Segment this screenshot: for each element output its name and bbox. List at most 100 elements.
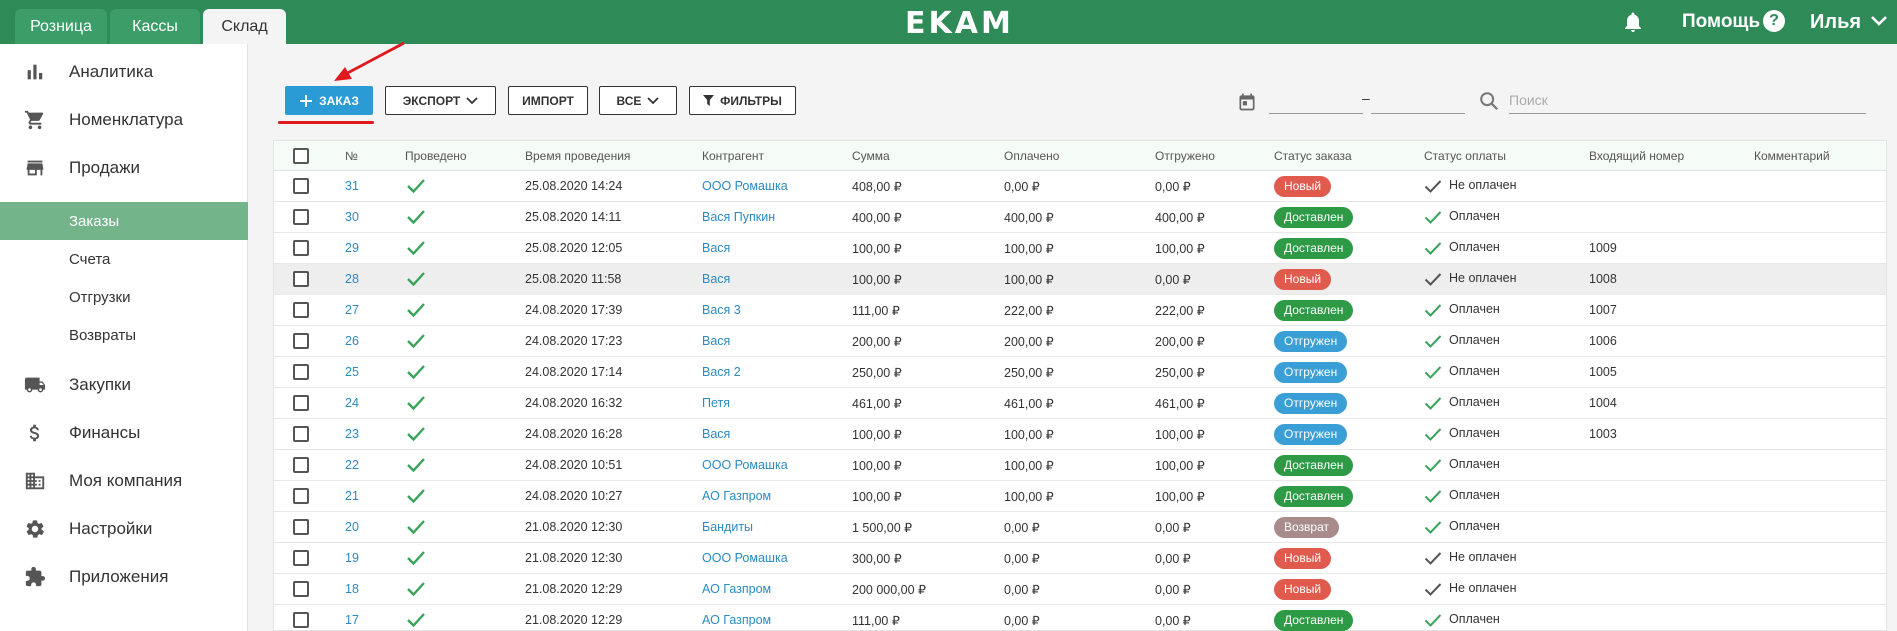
filters-button[interactable]: ФИЛЬТРЫ xyxy=(689,86,796,115)
counterparty-link[interactable]: ООО Ромашка xyxy=(702,458,788,472)
chevron-down-icon[interactable] xyxy=(1870,14,1888,28)
column-header-payment-status[interactable]: Статус оплаты xyxy=(1424,149,1506,163)
select-all-checkbox[interactable] xyxy=(293,148,309,164)
calendar-icon[interactable] xyxy=(1237,92,1257,112)
table-row[interactable]: 30 25.08.2020 14:11 Вася Пупкин 400,00 ₽ 400… xyxy=(274,202,1886,233)
counterparty-link[interactable]: Вася xyxy=(702,241,730,255)
counterparty-link[interactable]: Вася Пупкин xyxy=(702,210,775,224)
row-checkbox[interactable] xyxy=(293,240,309,256)
bell-icon[interactable] xyxy=(1621,10,1645,34)
order-number-link[interactable]: 30 xyxy=(345,210,359,224)
row-checkbox[interactable] xyxy=(293,426,309,442)
column-header-number[interactable]: № xyxy=(345,149,358,163)
order-number-link[interactable]: 28 xyxy=(345,272,359,286)
counterparty-link[interactable]: ООО Ромашка xyxy=(702,551,788,565)
order-number-link[interactable]: 26 xyxy=(345,334,359,348)
sidebar-subitem-shipments[interactable]: Отгрузки xyxy=(0,278,248,316)
sidebar-item-analytics[interactable]: Аналитика xyxy=(0,50,248,94)
order-number-link[interactable]: 20 xyxy=(345,520,359,534)
order-number-link[interactable]: 27 xyxy=(345,303,359,317)
counterparty-link[interactable]: Вася xyxy=(702,272,730,286)
table-row[interactable]: 28 25.08.2020 11:58 Вася 100,00 ₽ 100,00 ₽ 0,… xyxy=(274,264,1886,295)
row-checkbox[interactable] xyxy=(293,581,309,597)
order-number-link[interactable]: 17 xyxy=(345,613,359,627)
row-checkbox[interactable] xyxy=(293,271,309,287)
column-header-sum[interactable]: Сумма xyxy=(852,149,890,163)
sidebar-item-purchases[interactable]: Закупки xyxy=(0,363,248,407)
table-row[interactable]: 21 24.08.2020 10:27 АО Газпром 100,00 ₽ 100,… xyxy=(274,481,1886,512)
table-row[interactable]: 20 21.08.2020 12:30 Бандиты 1 500,00 ₽ 0,00 … xyxy=(274,512,1886,543)
sidebar-item-finance[interactable]: Финансы xyxy=(0,411,248,455)
tab-retail[interactable]: Розница xyxy=(15,9,107,44)
row-checkbox[interactable] xyxy=(293,488,309,504)
date-to-input[interactable] xyxy=(1371,88,1465,114)
counterparty-link[interactable]: Петя xyxy=(702,396,730,410)
column-header-order-status[interactable]: Статус заказа xyxy=(1274,149,1352,163)
order-number-link[interactable]: 19 xyxy=(345,551,359,565)
sidebar-item-sales[interactable]: Продажи xyxy=(0,146,248,190)
row-checkbox[interactable] xyxy=(293,333,309,349)
column-header-time[interactable]: Время проведения xyxy=(525,149,630,163)
tab-cash-registers[interactable]: Кассы xyxy=(110,9,200,44)
row-checkbox[interactable] xyxy=(293,612,309,628)
counterparty-link[interactable]: Вася 3 xyxy=(702,303,741,317)
order-number-link[interactable]: 22 xyxy=(345,458,359,472)
counterparty-link[interactable]: АО Газпром xyxy=(702,613,771,627)
table-row[interactable]: 24 24.08.2020 16:32 Петя 461,00 ₽ 461,00 ₽ 46… xyxy=(274,388,1886,419)
table-row[interactable]: 22 24.08.2020 10:51 ООО Ромашка 100,00 ₽ 100… xyxy=(274,450,1886,481)
export-button[interactable]: ЭКСПОРТ xyxy=(385,86,496,115)
date-from-input[interactable] xyxy=(1269,88,1363,114)
row-checkbox[interactable] xyxy=(293,550,309,566)
order-number-link[interactable]: 23 xyxy=(345,427,359,441)
table-row[interactable]: 31 25.08.2020 14:24 ООО Ромашка 408,00 ₽ 0,0… xyxy=(274,171,1886,202)
sidebar-item-settings[interactable]: Настройки xyxy=(0,507,248,551)
table-row[interactable]: 19 21.08.2020 12:30 ООО Ромашка 300,00 ₽ 0,0… xyxy=(274,543,1886,574)
column-header-shipped[interactable]: Отгружено xyxy=(1155,149,1215,163)
column-header-incoming-number[interactable]: Входящий номер xyxy=(1589,149,1684,163)
app-logo[interactable]: EKAM xyxy=(905,6,1014,41)
row-checkbox[interactable] xyxy=(293,302,309,318)
row-checkbox[interactable] xyxy=(293,209,309,225)
table-row[interactable]: 17 21.08.2020 12:29 АО Газпром 111,00 ₽ 0,00… xyxy=(274,605,1886,631)
counterparty-link[interactable]: АО Газпром xyxy=(702,489,771,503)
sidebar-subitem-returns[interactable]: Возвраты xyxy=(0,316,248,354)
sidebar-item-apps[interactable]: Приложения xyxy=(0,555,248,599)
import-button[interactable]: ИМПОРТ xyxy=(508,86,588,115)
counterparty-link[interactable]: Бандиты xyxy=(702,520,753,534)
table-row[interactable]: 26 24.08.2020 17:23 Вася 200,00 ₽ 200,00 ₽ 20… xyxy=(274,326,1886,357)
column-header-paid[interactable]: Оплачено xyxy=(1004,149,1059,163)
row-checkbox[interactable] xyxy=(293,395,309,411)
column-header-counterparty[interactable]: Контрагент xyxy=(702,149,764,163)
table-row[interactable]: 18 21.08.2020 12:29 АО Газпром 200 000,00 ₽… xyxy=(274,574,1886,605)
sidebar-subitem-orders[interactable]: Заказы xyxy=(0,202,248,240)
order-number-link[interactable]: 18 xyxy=(345,582,359,596)
user-menu[interactable]: Илья xyxy=(1810,11,1861,34)
order-number-link[interactable]: 21 xyxy=(345,489,359,503)
all-filter-button[interactable]: ВСЕ xyxy=(599,86,677,115)
sidebar-item-my-company[interactable]: Моя компания xyxy=(0,459,248,503)
help-label[interactable]: Помощь xyxy=(1682,11,1760,33)
add-order-button[interactable]: ЗАКАЗ xyxy=(285,86,373,115)
table-row[interactable]: 25 24.08.2020 17:14 Вася 2 250,00 ₽ 250,00 ₽… xyxy=(274,357,1886,388)
help-icon[interactable]: ? xyxy=(1763,10,1785,32)
counterparty-link[interactable]: ООО Ромашка xyxy=(702,179,788,193)
counterparty-link[interactable]: АО Газпром xyxy=(702,582,771,596)
row-checkbox[interactable] xyxy=(293,519,309,535)
search-input[interactable] xyxy=(1509,86,1866,114)
table-row[interactable]: 27 24.08.2020 17:39 Вася 3 111,00 ₽ 222,00 ₽… xyxy=(274,295,1886,326)
row-checkbox[interactable] xyxy=(293,457,309,473)
order-number-link[interactable]: 24 xyxy=(345,396,359,410)
order-number-link[interactable]: 29 xyxy=(345,241,359,255)
order-number-link[interactable]: 25 xyxy=(345,365,359,379)
column-header-comment[interactable]: Комментарий xyxy=(1754,149,1830,163)
counterparty-link[interactable]: Вася xyxy=(702,427,730,441)
row-checkbox[interactable] xyxy=(293,178,309,194)
column-header-posted[interactable]: Проведено xyxy=(405,149,467,163)
counterparty-link[interactable]: Вася 2 xyxy=(702,365,741,379)
sidebar-item-nomenclature[interactable]: Номенклатура xyxy=(0,98,248,142)
sidebar-subitem-invoices[interactable]: Счета xyxy=(0,240,248,278)
row-checkbox[interactable] xyxy=(293,364,309,380)
order-number-link[interactable]: 31 xyxy=(345,179,359,193)
table-row[interactable]: 23 24.08.2020 16:28 Вася 100,00 ₽ 100,00 ₽ 10… xyxy=(274,419,1886,450)
table-row[interactable]: 29 25.08.2020 12:05 Вася 100,00 ₽ 100,00 ₽ 10… xyxy=(274,233,1886,264)
